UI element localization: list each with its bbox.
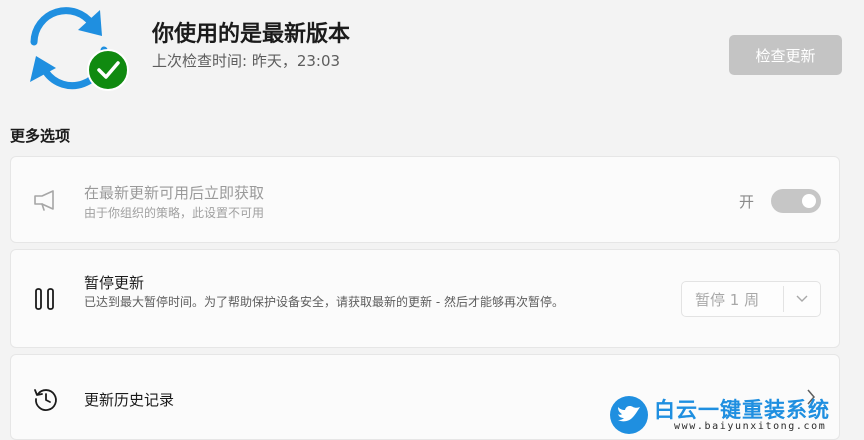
history-icon	[34, 389, 57, 411]
check-updates-button[interactable]: 检查更新	[729, 35, 842, 75]
pause-icon	[35, 288, 54, 310]
checkmark-icon	[87, 49, 129, 91]
update-history-title: 更新历史记录	[84, 391, 175, 409]
pause-updates-title: 暂停更新	[84, 274, 145, 292]
toggle-knob	[802, 194, 816, 208]
windows-update-page: 你使用的是最新版本 上次检查时间: 昨天，23:03 检查更新 更多选项 在最新…	[0, 0, 864, 440]
bird-logo-icon	[610, 396, 648, 434]
chevron-down-icon	[784, 295, 820, 303]
pause-duration-select[interactable]: 暂停 1 周	[681, 281, 821, 317]
pause-updates-card: 暂停更新 已达到最大暂停时间。为了帮助保护设备安全，请获取最新的更新 - 然后才…	[10, 249, 840, 348]
get-latest-updates-card: 在最新更新可用后立即获取 由于你组织的策略，此设置不可用 开	[10, 156, 840, 243]
watermark-brand: 白云一键重装系统	[654, 398, 830, 422]
megaphone-icon	[34, 190, 54, 211]
get-latest-updates-description: 由于你组织的策略，此设置不可用	[84, 206, 265, 220]
site-watermark: 白云一键重装系统 www.baiyunxitong.com	[610, 394, 860, 438]
get-latest-updates-toggle[interactable]	[771, 189, 821, 213]
get-latest-updates-title: 在最新更新可用后立即获取	[84, 184, 265, 202]
pause-duration-value: 暂停 1 周	[695, 290, 760, 309]
more-options-heading: 更多选项	[10, 127, 71, 145]
toggle-state-label: 开	[739, 193, 755, 211]
update-status-header: 你使用的是最新版本 上次检查时间: 昨天，23:03 检查更新	[0, 0, 864, 110]
watermark-url: www.baiyunxitong.com	[674, 421, 827, 432]
pause-updates-description: 已达到最大暂停时间。为了帮助保护设备安全，请获取最新的更新 - 然后才能够再次暂…	[84, 295, 564, 309]
update-status-title: 你使用的是最新版本	[152, 22, 351, 47]
sync-icon	[30, 7, 129, 91]
last-checked-text: 上次检查时间: 昨天，23:03	[152, 52, 341, 70]
